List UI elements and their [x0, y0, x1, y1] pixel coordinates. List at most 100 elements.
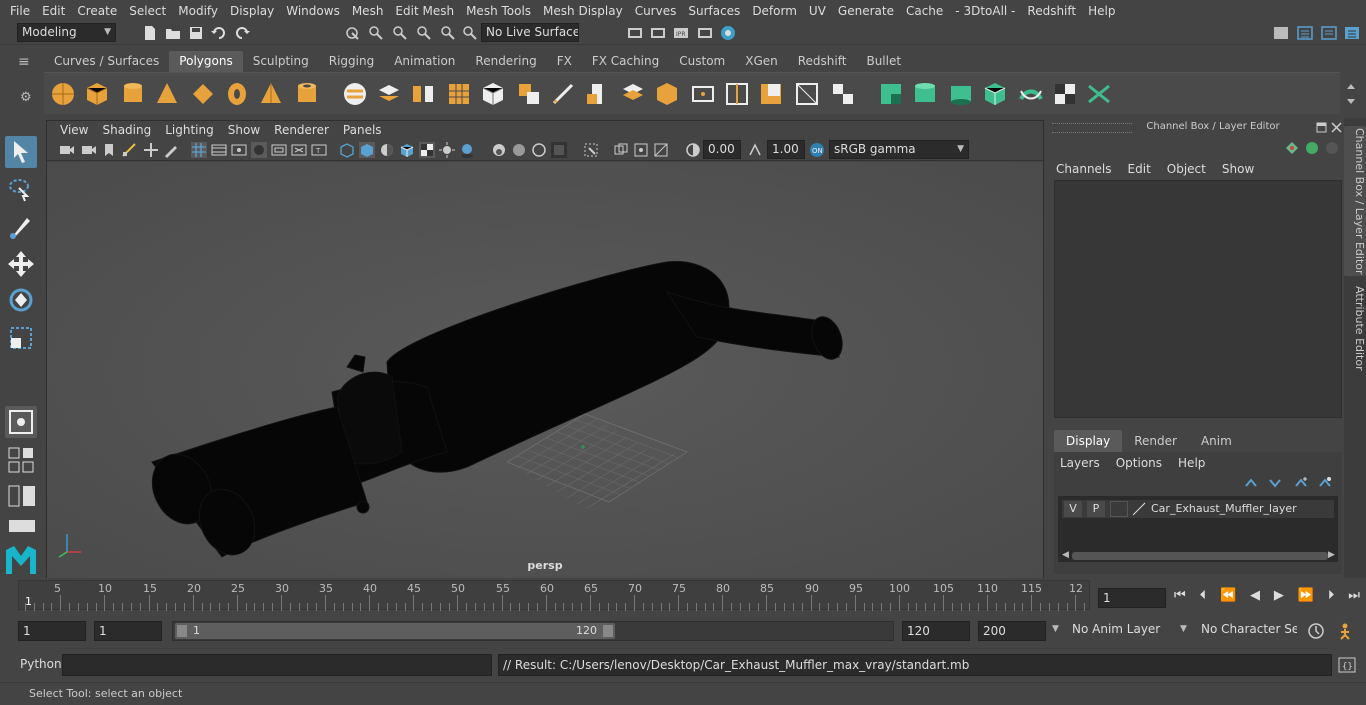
shelf-scroll-icon[interactable]	[1346, 83, 1356, 105]
shelf-tab-rendering[interactable]: Rendering	[465, 51, 546, 72]
cut-uv-icon[interactable]	[1086, 81, 1112, 107]
rotate-tool-icon[interactable]	[5, 284, 37, 316]
menu-3dtoall[interactable]: - 3DtoAll -	[949, 4, 1021, 18]
layer-editor-menu-help[interactable]: Help	[1170, 454, 1213, 472]
range-start-handle[interactable]	[177, 625, 187, 637]
snap-to-curve-icon[interactable]	[392, 25, 408, 41]
exposure-field[interactable]: 0.00	[703, 140, 741, 159]
select-camera-icon[interactable]	[59, 142, 75, 158]
new-layer-from-selection-icon[interactable]	[1318, 476, 1332, 490]
menu-deform[interactable]: Deform	[746, 4, 803, 18]
float-panel-icon[interactable]	[1316, 122, 1327, 133]
extract-icon[interactable]	[410, 81, 436, 107]
automatic-mapping-icon[interactable]	[982, 81, 1008, 107]
range-end-handle[interactable]	[603, 625, 613, 637]
side-tab-attribute-editor[interactable]: Attribute Editor	[1344, 286, 1366, 371]
character-set-dropdown[interactable]: No Character Set	[1197, 621, 1297, 641]
backface-culling-icon[interactable]	[653, 142, 669, 158]
scroll-right-icon[interactable]: ▶	[1328, 550, 1335, 560]
resolution-gate-icon[interactable]	[231, 142, 247, 158]
play-backwards-icon[interactable]: ◀	[1250, 588, 1260, 608]
shadows-icon[interactable]	[459, 142, 475, 158]
poly-pipe-icon[interactable]	[294, 81, 320, 107]
bookmark-icon[interactable]	[101, 142, 117, 158]
range-slider[interactable]: 1 120	[172, 621, 894, 641]
channel-box-menu-channels[interactable]: Channels	[1056, 160, 1120, 178]
smooth-shade-icon[interactable]	[359, 142, 375, 158]
gamma-field[interactable]: 1.00	[767, 140, 805, 159]
menu-create[interactable]: Create	[71, 4, 123, 18]
default-lighting-icon[interactable]	[379, 142, 395, 158]
target-weld-icon[interactable]	[758, 81, 784, 107]
poly-plane-icon[interactable]	[190, 81, 216, 107]
channel-box-toggle-icon[interactable]	[1344, 25, 1360, 41]
menu-mesh[interactable]: Mesh	[346, 4, 390, 18]
snap-to-grid-icon[interactable]	[368, 25, 384, 41]
bridge-icon[interactable]	[620, 81, 646, 107]
grid-toggle-icon[interactable]	[191, 142, 207, 158]
safe-title-icon[interactable]: T	[311, 142, 327, 158]
layer-color-swatch-icon[interactable]	[1132, 502, 1146, 516]
attribute-editor-toggle-icon[interactable]	[1321, 25, 1337, 41]
viewport-menu-view[interactable]: View	[53, 121, 95, 139]
uv-editor-icon[interactable]	[830, 81, 856, 107]
command-input[interactable]	[62, 654, 492, 676]
channel-box-menu-object[interactable]: Object	[1159, 160, 1214, 178]
menu-redshift[interactable]: Redshift	[1021, 4, 1082, 18]
range-slider-handle[interactable]: 1 120	[175, 623, 615, 639]
layer-row[interactable]: V P Car_Exhaust_Muffler_layer	[1062, 500, 1334, 518]
append-polygon-icon[interactable]	[654, 81, 680, 107]
shelf-tab-curves-surfaces[interactable]: Curves / Surfaces	[44, 51, 169, 72]
new-scene-icon[interactable]	[142, 25, 158, 41]
playback-end-field[interactable]: 120	[902, 621, 970, 641]
wireframe-on-shaded-icon[interactable]	[399, 142, 415, 158]
layer-list-horizontal-scrollbar[interactable]	[1072, 552, 1328, 560]
channel-box-menu-edit[interactable]: Edit	[1120, 160, 1159, 178]
camera-attributes-icon[interactable]	[81, 142, 97, 158]
shelf-tab-rigging[interactable]: Rigging	[319, 51, 384, 72]
mode-selector[interactable]: Modeling ▼	[17, 23, 116, 42]
film-gate-icon[interactable]	[211, 142, 227, 158]
channel-box-menu-show[interactable]: Show	[1214, 160, 1262, 178]
channel-box-list[interactable]	[1054, 180, 1342, 418]
menu-mesh-display[interactable]: Mesh Display	[537, 4, 629, 18]
ipr-render-icon[interactable]: IPR	[673, 25, 689, 41]
go-to-end-icon[interactable]: ⏭	[1348, 588, 1360, 608]
layer-visibility-toggle[interactable]: V	[1064, 501, 1082, 517]
viewport-3d-scene[interactable]	[47, 162, 1043, 578]
move-layer-up-icon[interactable]	[1244, 476, 1258, 490]
poly-cube-icon[interactable]	[84, 81, 110, 107]
poly-torus-icon[interactable]	[224, 81, 250, 107]
viewport-menu-shading[interactable]: Shading	[95, 121, 158, 139]
panel-layout-icon[interactable]	[7, 484, 37, 508]
select-tool-icon[interactable]	[5, 136, 37, 168]
auto-key-icon[interactable]	[1307, 622, 1325, 640]
menu-file[interactable]: File	[4, 4, 36, 18]
bevel-icon[interactable]	[516, 81, 542, 107]
menu-select[interactable]: Select	[123, 4, 172, 18]
textured-icon[interactable]	[419, 142, 435, 158]
playback-start-field[interactable]: 1	[94, 621, 162, 641]
planar-mapping-icon[interactable]	[878, 81, 904, 107]
snap-to-view-plane-icon[interactable]	[440, 25, 456, 41]
safe-action-icon[interactable]	[291, 142, 307, 158]
side-tab-channel-box[interactable]: Channel Box / Layer Editor	[1344, 126, 1366, 276]
scroll-left-icon[interactable]: ◀	[1062, 550, 1069, 560]
smooth-icon[interactable]	[446, 81, 472, 107]
menu-generate[interactable]: Generate	[832, 4, 900, 18]
spherical-mapping-icon[interactable]	[948, 81, 974, 107]
shelf-tab-xgen[interactable]: XGen	[735, 51, 788, 72]
scale-tool-icon[interactable]	[5, 322, 37, 354]
quad-draw-icon[interactable]	[794, 81, 820, 107]
anim-layer-dropdown[interactable]: No Anim Layer	[1068, 621, 1174, 641]
shelf-tab-animation[interactable]: Animation	[384, 51, 465, 72]
extrude-icon[interactable]	[584, 81, 610, 107]
shelf-tab-fx-caching[interactable]: FX Caching	[582, 51, 669, 72]
viewport-menu-panels[interactable]: Panels	[336, 121, 389, 139]
mirror-icon[interactable]	[480, 81, 506, 107]
viewport-menu-lighting[interactable]: Lighting	[158, 121, 221, 139]
menu-surfaces[interactable]: Surfaces	[682, 4, 746, 18]
menu-edit-mesh[interactable]: Edit Mesh	[389, 4, 460, 18]
render-frame-icon[interactable]	[650, 25, 666, 41]
shelf-tab-fx[interactable]: FX	[547, 51, 582, 72]
